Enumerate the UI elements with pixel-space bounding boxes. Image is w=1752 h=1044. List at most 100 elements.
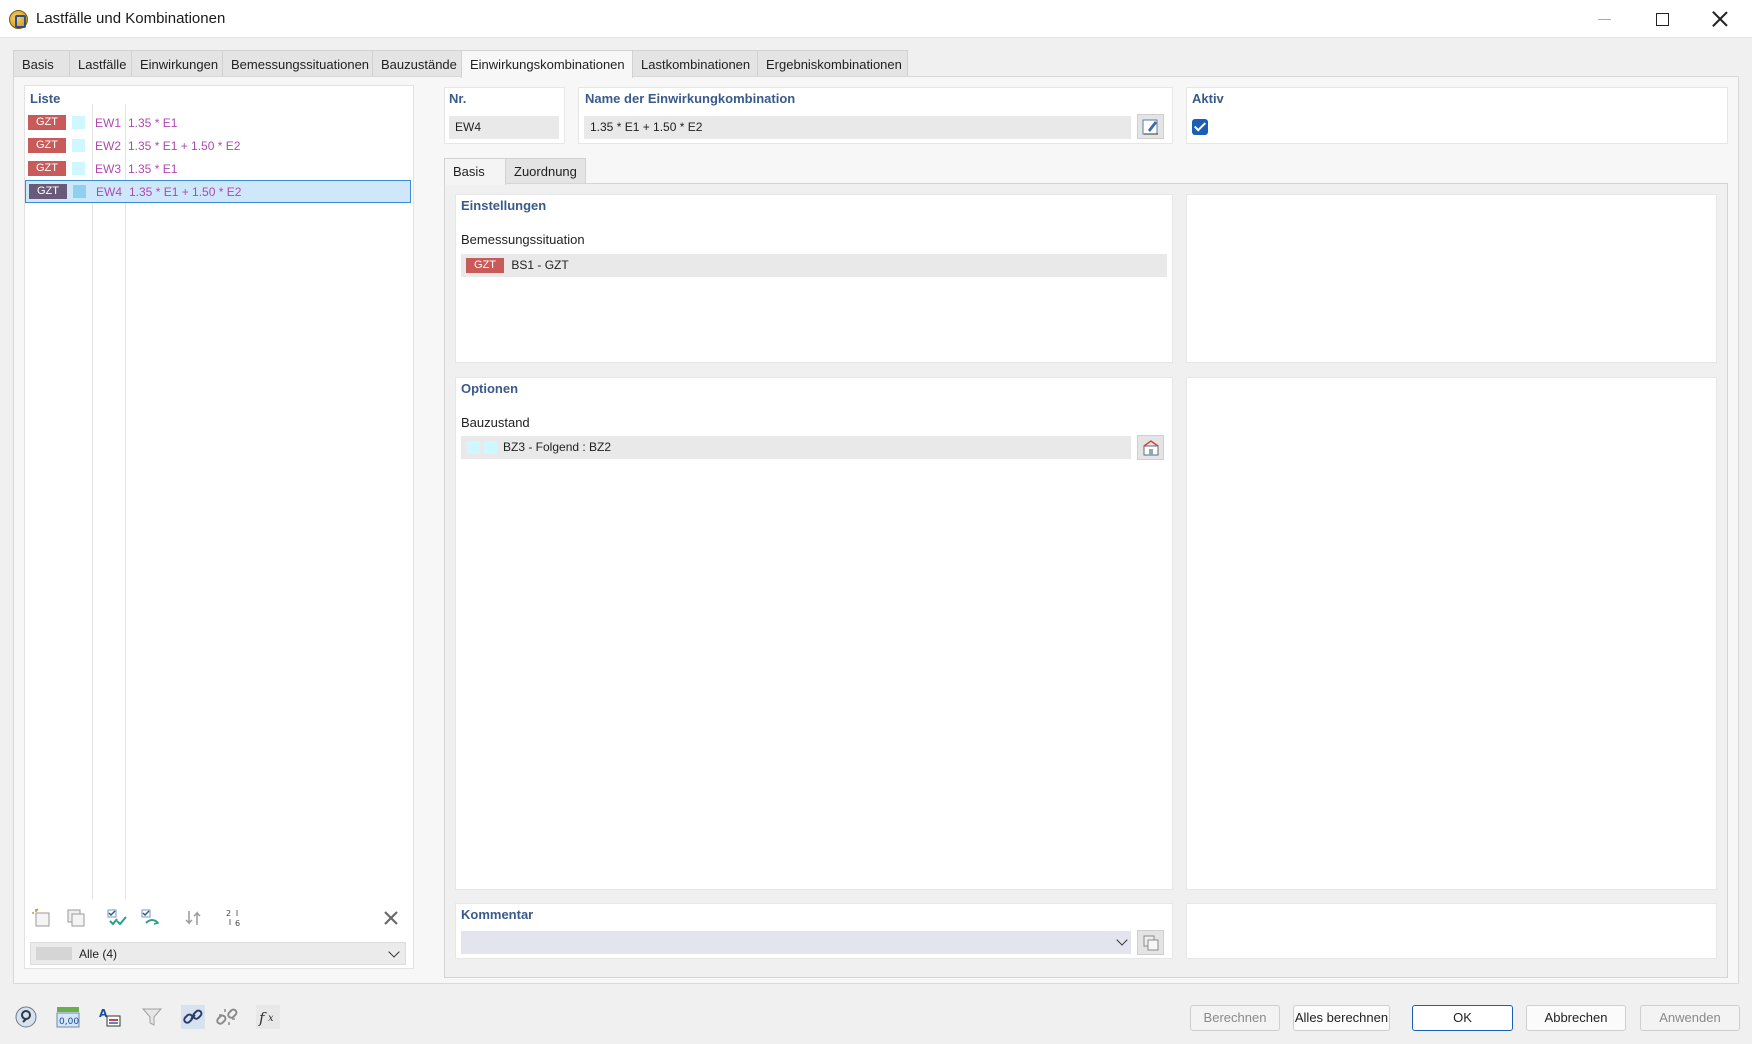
aktiv-checkbox[interactable] (1192, 119, 1208, 135)
item-id: EW1 (95, 116, 121, 130)
item-formula: 1.35 * E1 + 1.50 * E2 (129, 185, 241, 199)
formula-button[interactable]: fx (254, 1003, 282, 1030)
svg-text:6: 6 (235, 919, 240, 928)
item-formula: 1.35 * E1 + 1.50 * E2 (128, 139, 240, 153)
color-swatch (467, 441, 480, 454)
units-button[interactable]: 0,00 (54, 1003, 82, 1030)
color-swatch (484, 441, 497, 454)
chevron-down-icon (388, 946, 399, 957)
tab-basis[interactable]: Basis (13, 50, 70, 77)
einstellungen-side-card (1186, 194, 1717, 363)
maximize-button[interactable] (1633, 0, 1691, 38)
help-button[interactable] (12, 1003, 40, 1030)
construction-stage-icon (1141, 438, 1161, 458)
bemessungssituation-value: BS1 - GZT (511, 258, 568, 272)
item-formula: 1.35 * E1 (128, 116, 177, 130)
aktiv-card (1186, 87, 1728, 144)
check-all-button[interactable] (103, 905, 131, 931)
copy-item-icon (65, 907, 87, 929)
delete-button[interactable] (377, 905, 405, 931)
subtab-basis[interactable]: Basis (444, 158, 506, 185)
berechnen-button[interactable]: Berechnen (1190, 1005, 1280, 1031)
new-item-button[interactable] (28, 905, 56, 931)
window-title: Lastfälle und Kombinationen (36, 10, 225, 27)
color-swatch (72, 162, 85, 175)
nr-label: Nr. (449, 91, 466, 106)
unlink-button[interactable] (213, 1003, 241, 1030)
svg-text:2: 2 (226, 909, 231, 918)
ok-button[interactable]: OK (1412, 1005, 1513, 1031)
bemessungssituation-label: Bemessungssituation (461, 232, 585, 247)
check-toggle-button[interactable] (137, 905, 165, 931)
sort-numbers-icon: 26 (224, 907, 246, 929)
tab-bemessungssituationen[interactable]: Bemessungssituationen (222, 50, 373, 77)
renumber-button[interactable] (180, 905, 208, 931)
color-swatch (72, 139, 85, 152)
subtab-zuordnung[interactable]: Zuordnung (505, 158, 586, 184)
minimize-button[interactable] (1575, 0, 1633, 38)
tab-lastfaelle[interactable]: Lastfälle (69, 50, 132, 77)
filter-icon (140, 1005, 164, 1029)
gzt-badge: GZT (28, 115, 66, 130)
kommentar-copy-button[interactable] (1137, 930, 1164, 955)
kommentar-input[interactable] (461, 931, 1131, 954)
item-id: EW2 (95, 139, 121, 153)
copy-item-button[interactable] (62, 905, 90, 931)
check-toggle-icon (140, 907, 162, 929)
list-item-selected[interactable]: GZT EW4 1.35 * E1 + 1.50 * E2 (25, 180, 411, 203)
bauzustand-field[interactable]: BZ3 - Folgend : BZ2 (461, 436, 1131, 459)
tab-bauzustaende[interactable]: Bauzustände (372, 50, 462, 77)
kommentar-title: Kommentar (461, 907, 533, 922)
einstellungen-title: Einstellungen (461, 198, 546, 213)
sub-tabs: Basis Zuordnung (444, 158, 585, 184)
gzt-badge: GZT (28, 161, 66, 176)
filter-button[interactable] (138, 1003, 166, 1030)
link-icon (181, 1005, 205, 1029)
svg-text:x: x (268, 1013, 274, 1024)
new-item-icon (31, 907, 53, 929)
main-tabs: Basis Lastfälle Einwirkungen Bemessungss… (13, 50, 907, 77)
list-item[interactable]: GZT EW3 1.35 * E1 (25, 158, 411, 179)
close-icon (1712, 11, 1728, 27)
filter-value: Alle (4) (79, 947, 117, 961)
display-icon: A (98, 1005, 122, 1029)
tab-einwirkungskombinationen[interactable]: Einwirkungskombinationen (461, 50, 633, 78)
help-icon (14, 1005, 38, 1029)
color-swatch (72, 116, 85, 129)
minimize-icon (1598, 19, 1611, 20)
item-id: EW4 (96, 185, 122, 199)
link-button[interactable] (179, 1003, 207, 1030)
list-item[interactable]: GZT EW1 1.35 * E1 (25, 112, 411, 133)
nr-field[interactable]: EW4 (449, 116, 559, 139)
list-item[interactable]: GZT EW2 1.35 * E1 + 1.50 * E2 (25, 135, 411, 156)
display-button[interactable]: A (96, 1003, 124, 1030)
renumber-icon (183, 907, 205, 929)
bauzustand-edit-button[interactable] (1137, 435, 1164, 460)
name-field[interactable]: 1.35 * E1 + 1.50 * E2 (584, 116, 1131, 139)
color-swatch (73, 185, 86, 198)
bemessungssituation-field[interactable]: GZT BS1 - GZT (461, 254, 1167, 277)
tab-einwirkungen[interactable]: Einwirkungen (131, 50, 223, 77)
gzt-badge: GZT (28, 138, 66, 153)
tab-lastkombinationen[interactable]: Lastkombinationen (632, 50, 758, 77)
anwenden-button[interactable]: Anwenden (1640, 1005, 1740, 1031)
alles-berechnen-button[interactable]: Alles berechnen (1293, 1005, 1390, 1031)
gzt-badge: GZT (29, 184, 67, 199)
app-icon (9, 10, 28, 29)
list-column-divider (92, 104, 93, 899)
bauzustand-label: Bauzustand (461, 415, 530, 430)
kommentar-side-card (1186, 903, 1717, 959)
tab-ergebniskombinationen[interactable]: Ergebniskombinationen (757, 50, 908, 77)
list-column-divider (125, 104, 126, 899)
edit-name-button[interactable] (1137, 114, 1164, 139)
aktiv-label: Aktiv (1192, 91, 1224, 106)
einstellungen-card (455, 194, 1173, 363)
filter-dropdown[interactable]: Alle (4) (30, 942, 406, 965)
name-label: Name der Einwirkungkombination (585, 91, 795, 106)
sort-numbers-button[interactable]: 26 (221, 905, 249, 931)
delete-icon (380, 907, 402, 929)
abbrechen-button[interactable]: Abbrechen (1526, 1005, 1626, 1031)
close-button[interactable] (1691, 0, 1749, 38)
optionen-side-card (1186, 377, 1717, 890)
copy-icon (1141, 933, 1161, 953)
